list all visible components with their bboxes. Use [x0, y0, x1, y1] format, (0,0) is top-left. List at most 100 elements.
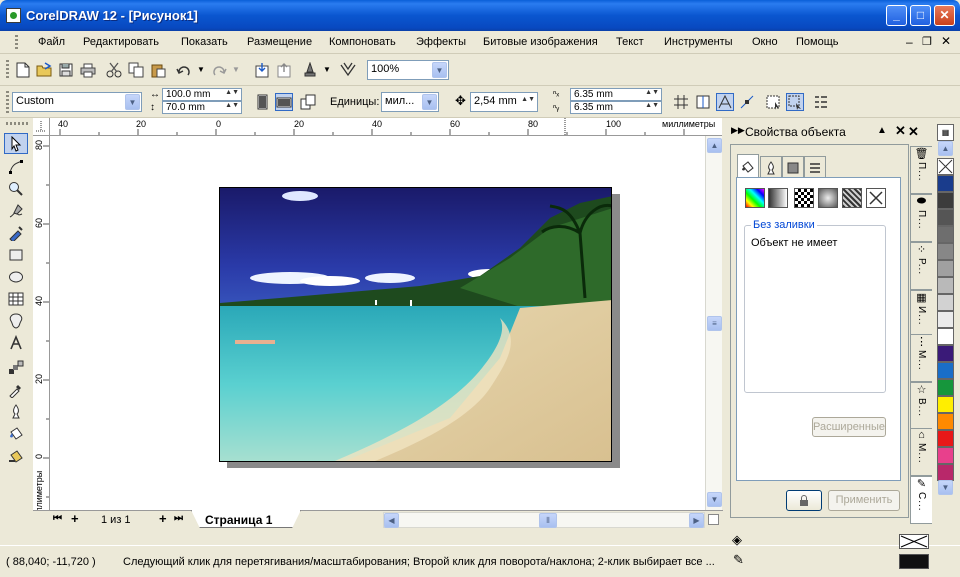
- draw-selection-icon[interactable]: [786, 93, 804, 111]
- menu-layout[interactable]: Размещение: [247, 36, 312, 48]
- dynamic-guides-icon[interactable]: [738, 93, 756, 111]
- color-swatch[interactable]: [937, 175, 954, 192]
- export-icon[interactable]: [275, 61, 293, 79]
- redo-dropdown-icon[interactable]: ▼: [232, 65, 240, 74]
- scroll-left-icon[interactable]: ◀: [384, 513, 399, 528]
- grid-snap-icon[interactable]: [672, 93, 690, 111]
- side-tab[interactable]: ☆ В...: [910, 382, 932, 430]
- spin-icon[interactable]: ▲▼: [225, 89, 239, 96]
- drawing-canvas[interactable]: [50, 136, 705, 510]
- menu-edit[interactable]: Редактировать: [83, 36, 159, 48]
- paper-preset-combo[interactable]: Custom ▼: [12, 92, 142, 112]
- copy-icon[interactable]: [127, 61, 145, 79]
- all-pages-icon[interactable]: [299, 93, 317, 111]
- color-swatch[interactable]: [937, 379, 954, 396]
- toolbox-grip[interactable]: [6, 122, 28, 125]
- menu-arrange[interactable]: Компоновать: [329, 36, 396, 48]
- graph-paper-tool-icon[interactable]: [4, 288, 28, 309]
- docker-collapse-icon[interactable]: ▲: [877, 125, 887, 136]
- postscript-fill-icon[interactable]: [842, 188, 862, 208]
- color-swatch[interactable]: [937, 243, 954, 260]
- menu-file[interactable]: Файл: [38, 36, 65, 48]
- toolbar-grip[interactable]: [6, 60, 9, 80]
- palette-scroll-down-icon[interactable]: ▼: [938, 480, 953, 495]
- spin-icon[interactable]: ▲▼: [521, 96, 535, 103]
- docker-window-close-icon[interactable]: ✕: [908, 124, 919, 140]
- doc-restore-icon[interactable]: ❐: [922, 35, 932, 48]
- apply-button[interactable]: Применить: [828, 490, 900, 511]
- fill-tab-icon[interactable]: [737, 154, 759, 178]
- side-tab[interactable]: ⬬ П...: [910, 194, 932, 242]
- smart-fill-tool-icon[interactable]: [4, 222, 28, 243]
- units-combo[interactable]: мил... ▼: [381, 92, 439, 112]
- first-page-icon[interactable]: ⏮: [53, 513, 62, 524]
- maximize-button[interactable]: □: [910, 5, 931, 26]
- menu-window[interactable]: Окно: [752, 36, 778, 48]
- snap-objects-icon[interactable]: [716, 93, 734, 111]
- fill-tool-icon[interactable]: [4, 423, 28, 444]
- last-page-icon[interactable]: ⏭: [174, 513, 183, 524]
- basic-shapes-tool-icon[interactable]: [4, 310, 28, 331]
- portrait-icon[interactable]: [253, 93, 271, 111]
- chevron-down-icon[interactable]: ▼: [432, 62, 447, 78]
- menu-view[interactable]: Показать: [181, 36, 228, 48]
- general-tab-icon[interactable]: [782, 156, 804, 178]
- beach-photo[interactable]: [219, 187, 612, 462]
- minimize-button[interactable]: _: [886, 5, 907, 26]
- corel-online-icon[interactable]: [339, 61, 357, 79]
- application-launcher-icon[interactable]: [301, 61, 319, 79]
- nudge-input[interactable]: 2,54 mm ▲▼: [470, 92, 538, 112]
- treat-as-filled-icon[interactable]: [764, 93, 782, 111]
- duplicate-y-input[interactable]: 6.35 mm ▲▼: [570, 101, 662, 114]
- color-swatch[interactable]: [937, 328, 954, 345]
- spin-icon[interactable]: ▲▼: [645, 102, 659, 109]
- side-tab[interactable]: 🗑 П...: [910, 146, 932, 194]
- docker-close-icon[interactable]: ✕: [895, 123, 906, 139]
- outline-tool-icon[interactable]: [4, 401, 28, 422]
- interactive-fill-tool-icon[interactable]: [4, 445, 28, 466]
- side-tab-active[interactable]: ✎ С...: [910, 476, 932, 524]
- paste-icon[interactable]: [149, 61, 167, 79]
- scroll-right-icon[interactable]: ▶: [689, 513, 704, 528]
- undo-dropdown-icon[interactable]: ▼: [197, 65, 205, 74]
- lock-apply-button[interactable]: [786, 490, 822, 511]
- internet-tab-icon[interactable]: [804, 156, 826, 178]
- scroll-thumb-v[interactable]: ≡: [707, 316, 722, 331]
- import-icon[interactable]: [253, 61, 271, 79]
- uniform-fill-icon[interactable]: [745, 188, 765, 208]
- undo-icon[interactable]: [175, 61, 193, 79]
- color-swatch[interactable]: [937, 277, 954, 294]
- zoom-tool-icon[interactable]: [4, 178, 28, 199]
- launcher-dropdown-icon[interactable]: ▼: [323, 65, 331, 74]
- vertical-ruler[interactable]: 80 60 40 20 0: [33, 136, 50, 510]
- palette-scroll-up-icon[interactable]: ▲: [938, 141, 953, 156]
- horizontal-ruler[interactable]: 40 20 0 20 40 60 80 100 миллиметры: [50, 118, 722, 136]
- menu-help[interactable]: Помощь: [796, 36, 839, 48]
- text-tool-icon[interactable]: [4, 332, 28, 353]
- color-swatch[interactable]: [937, 447, 954, 464]
- interactive-blend-tool-icon[interactable]: [4, 357, 28, 378]
- advanced-button[interactable]: Расширенные: [812, 417, 886, 437]
- freehand-tool-icon[interactable]: [4, 200, 28, 221]
- color-swatch[interactable]: [937, 209, 954, 226]
- ellipse-tool-icon[interactable]: [4, 266, 28, 287]
- cut-icon[interactable]: [105, 61, 123, 79]
- color-swatch[interactable]: [937, 226, 954, 243]
- no-color-swatch[interactable]: [937, 158, 954, 175]
- vertical-scrollbar[interactable]: ▲ ≡ ▼: [705, 136, 722, 510]
- print-icon[interactable]: [79, 61, 97, 79]
- color-swatch[interactable]: [937, 413, 954, 430]
- no-fill-icon[interactable]: [866, 188, 886, 208]
- scroll-corner-box[interactable]: [708, 514, 719, 525]
- fountain-fill-icon[interactable]: [768, 188, 788, 208]
- texture-fill-icon[interactable]: [818, 188, 838, 208]
- pattern-fill-icon[interactable]: [794, 188, 814, 208]
- menu-effects[interactable]: Эффекты: [416, 36, 466, 48]
- side-tab[interactable]: ⋮ М...: [910, 334, 932, 382]
- side-tab[interactable]: ▦ И...: [910, 290, 932, 338]
- palette-menu-icon[interactable]: ▦: [937, 124, 954, 141]
- side-tab[interactable]: ⁘ Р...: [910, 242, 932, 290]
- color-swatch[interactable]: [937, 430, 954, 447]
- open-file-icon[interactable]: [35, 61, 53, 79]
- color-swatch[interactable]: [937, 464, 954, 481]
